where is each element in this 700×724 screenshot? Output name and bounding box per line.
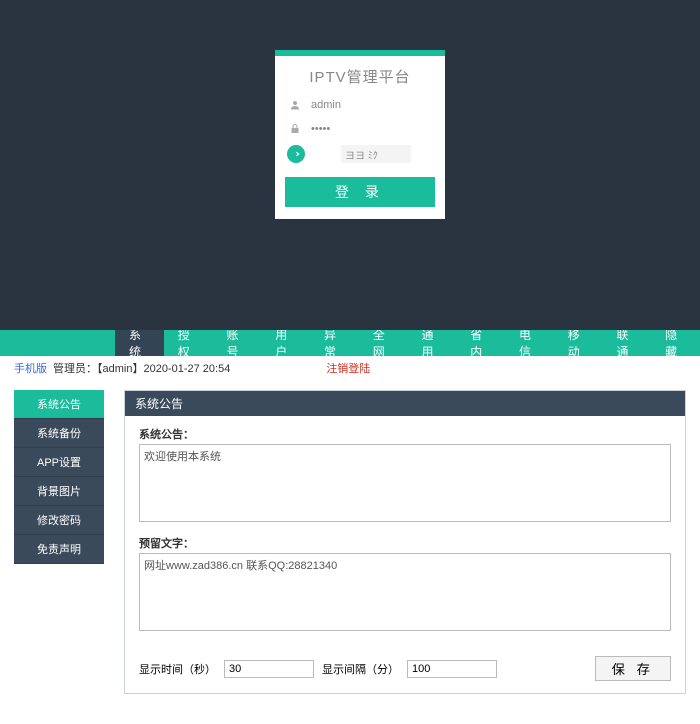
lock-icon xyxy=(287,121,303,137)
mobile-link[interactable]: 手机版 xyxy=(14,360,47,376)
user-icon xyxy=(287,97,303,113)
logout-link[interactable]: 注销登陆 xyxy=(326,360,370,376)
show-seconds-input[interactable] xyxy=(224,660,314,678)
reserve-textarea[interactable] xyxy=(139,553,671,631)
captcha-row: ヨヨ ﾐｸ xyxy=(275,141,445,167)
top-nav-tab[interactable]: 通用 xyxy=(408,330,457,356)
content-panel: 系统公告 系统公告： 预留文字： 显示时间（秒） 显示间隔（分） 保 存 xyxy=(124,390,686,694)
sidebar: 系统公告系统备份APP设置背景图片修改密码免责声明 xyxy=(14,390,104,564)
admin-info: 管理员：【admin】2020-01-27 20:54 xyxy=(53,360,230,376)
sidebar-item[interactable]: 免责声明 xyxy=(14,535,104,564)
sidebar-item[interactable]: APP设置 xyxy=(14,448,104,477)
top-nav-tab[interactable]: 移动 xyxy=(554,330,603,356)
username-input[interactable] xyxy=(311,99,411,111)
top-nav: 系统授权账号用户异常全网通用省内电信移动联通隐藏 xyxy=(0,330,700,356)
show-seconds-label: 显示时间（秒） xyxy=(139,661,216,677)
arrow-icon xyxy=(287,145,305,163)
top-nav-tab[interactable]: 联通 xyxy=(603,330,652,356)
info-bar: 手机版 管理员：【admin】2020-01-27 20:54 注销登陆 xyxy=(0,356,700,380)
show-interval-input[interactable] xyxy=(407,660,497,678)
sidebar-item[interactable]: 系统公告 xyxy=(14,390,104,419)
panel-content: 系统公告： 预留文字： xyxy=(125,416,685,648)
login-box: IPTV管理平台 ヨヨ ﾐｸ 登 录 xyxy=(275,50,445,219)
login-button[interactable]: 登 录 xyxy=(285,177,435,207)
top-nav-tab[interactable]: 省内 xyxy=(456,330,505,356)
main-body: 系统公告系统备份APP设置背景图片修改密码免责声明 系统公告 系统公告： 预留文… xyxy=(0,380,700,724)
login-title: IPTV管理平台 xyxy=(275,56,445,93)
top-nav-tab[interactable]: 隐藏 xyxy=(651,330,700,356)
sidebar-item[interactable]: 系统备份 xyxy=(14,419,104,448)
top-nav-tab[interactable]: 用户 xyxy=(261,330,310,356)
captcha-image[interactable]: ヨヨ ﾐｸ xyxy=(341,145,411,163)
captcha-input[interactable] xyxy=(311,148,341,160)
announce-textarea[interactable] xyxy=(139,444,671,522)
save-button[interactable]: 保 存 xyxy=(595,656,671,681)
password-input[interactable] xyxy=(311,123,411,135)
username-row xyxy=(275,93,445,117)
top-nav-tab[interactable]: 电信 xyxy=(505,330,554,356)
top-nav-tab[interactable]: 系统 xyxy=(115,330,164,356)
top-nav-tab[interactable]: 授权 xyxy=(164,330,213,356)
announce-label: 系统公告： xyxy=(139,426,671,442)
admin-panel: 系统授权账号用户异常全网通用省内电信移动联通隐藏 手机版 管理员：【admin】… xyxy=(0,330,700,724)
login-stage: IPTV管理平台 ヨヨ ﾐｸ 登 录 xyxy=(0,0,700,330)
show-interval-label: 显示间隔（分） xyxy=(322,661,399,677)
reserve-label: 预留文字： xyxy=(139,535,671,551)
top-nav-tab[interactable]: 账号 xyxy=(213,330,262,356)
top-nav-tab[interactable]: 全网 xyxy=(359,330,408,356)
password-row xyxy=(275,117,445,141)
panel-header: 系统公告 xyxy=(125,391,685,416)
bottom-controls: 显示时间（秒） 显示间隔（分） 保 存 xyxy=(125,648,685,693)
sidebar-item[interactable]: 背景图片 xyxy=(14,477,104,506)
top-nav-tab[interactable]: 异常 xyxy=(310,330,359,356)
sidebar-item[interactable]: 修改密码 xyxy=(14,506,104,535)
